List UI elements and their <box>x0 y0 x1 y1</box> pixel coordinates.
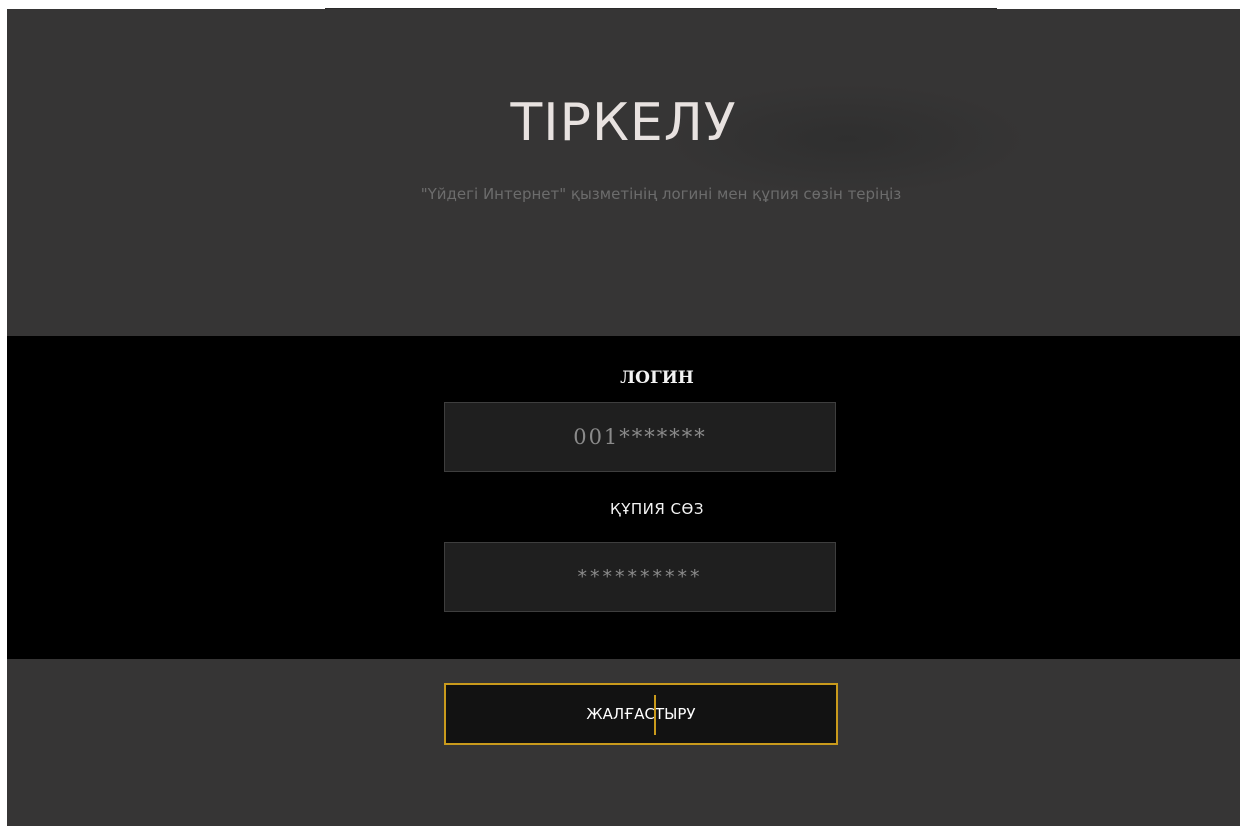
page-subtitle: "Үйдегі Интернет" қызметінің логині мен … <box>420 185 902 203</box>
continue-button-label: ЖАЛҒАСТЫРУ <box>586 705 696 723</box>
login-form: ЛОГИН ҚҰПИЯ СӨЗ <box>7 336 1240 659</box>
login-label: ЛОГИН <box>620 368 694 388</box>
header-section: ТІРКЕЛУ "Үйдегі Интернет" қызметінің лог… <box>7 9 1240 336</box>
password-input[interactable] <box>444 542 836 612</box>
footer-section: ЖАЛҒАСТЫРУ <box>7 659 1240 826</box>
text-cursor <box>654 695 656 735</box>
password-label: ҚҰПИЯ СӨЗ <box>610 500 704 518</box>
login-input[interactable] <box>444 402 836 472</box>
continue-button[interactable]: ЖАЛҒАСТЫРУ <box>444 683 838 745</box>
page-title: ТІРКЕЛУ <box>510 93 737 153</box>
